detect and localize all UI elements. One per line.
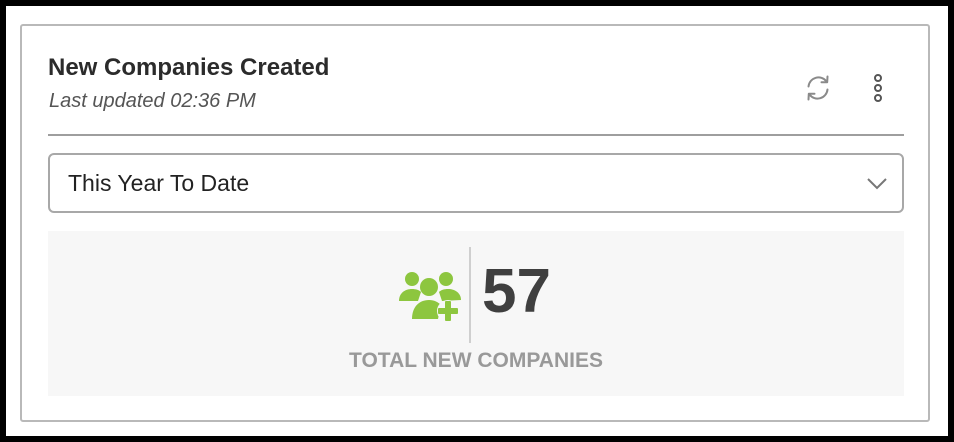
stat-panel: 57 TOTAL NEW COMPANIES (48, 231, 904, 396)
total-new-companies-value: 57 (482, 257, 551, 326)
stat-separator (469, 247, 471, 343)
new-companies-widget: New Companies Created Last updated 02:36… (20, 24, 930, 422)
refresh-icon (807, 75, 829, 101)
total-new-companies-label: TOTAL NEW COMPANIES (349, 349, 603, 372)
chevron-down-icon (867, 178, 887, 190)
period-select[interactable]: This Year To Date (48, 153, 904, 213)
add-users-icon (399, 272, 461, 322)
last-updated-text: Last updated 02:36 PM (49, 90, 256, 112)
screenshot-frame: New Companies Created Last updated 02:36… (6, 6, 948, 436)
period-select-value: This Year To Date (68, 170, 250, 196)
widget-title: New Companies Created (48, 54, 330, 81)
refresh-button[interactable] (800, 70, 836, 106)
more-options-button[interactable] (860, 68, 896, 108)
header-divider (48, 134, 904, 136)
more-vertical-icon (874, 74, 882, 102)
